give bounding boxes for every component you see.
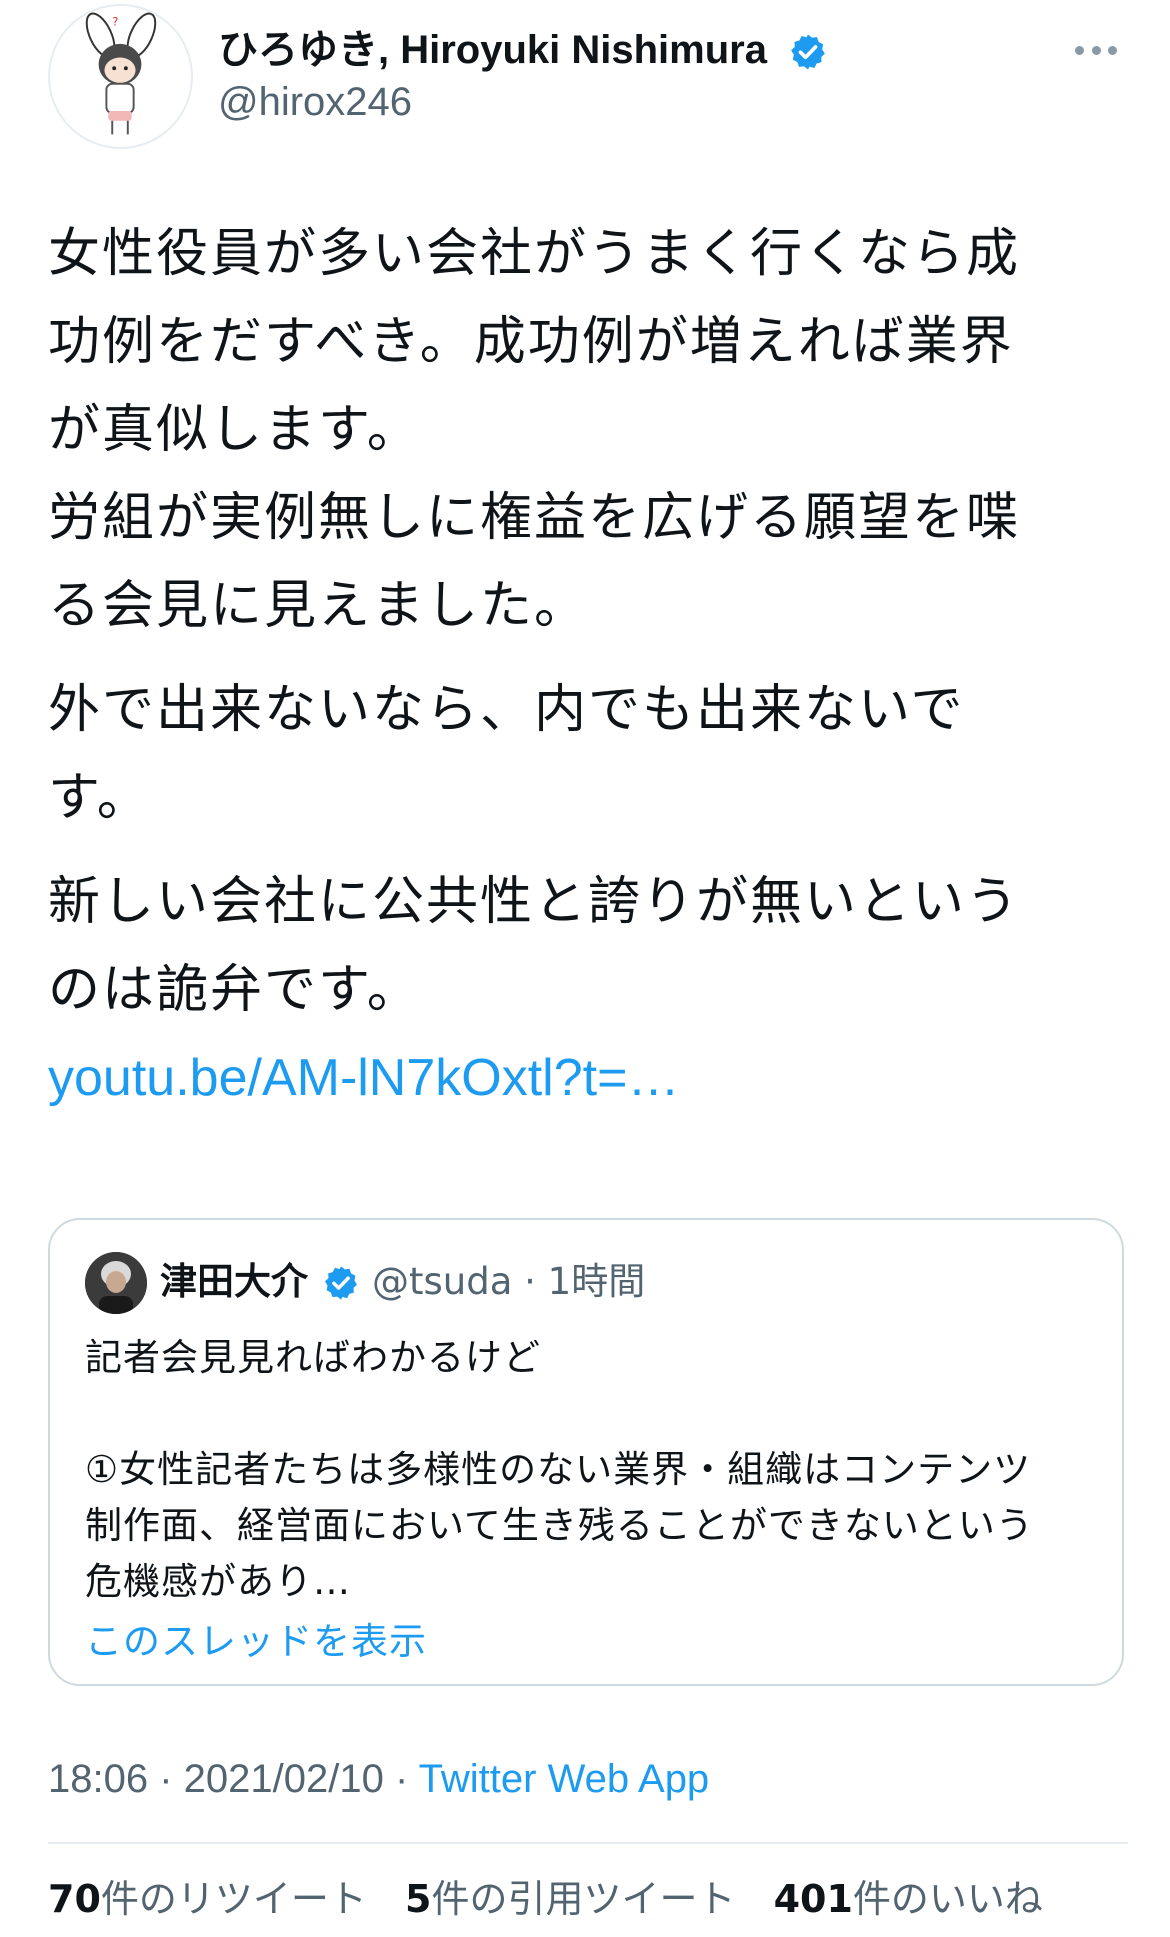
tweet-line: 功例をだすべき。成功例が増えれば業界: [48, 312, 1014, 372]
quotes-count: 5: [405, 1877, 432, 1921]
quoted-line: ①女性記者たちは多様性のない業界・組織はコンテンツ: [85, 1448, 1032, 1491]
dot: [1091, 45, 1101, 55]
tweet-detail: ? ひろゆき, Hiroyuki Nishimura @hirox246 女性役…: [0, 0, 1170, 1937]
quoted-text: 記者会見見ればわかるけど ①女性記者たちは多様性のない業界・組織はコンテンツ 制…: [85, 1330, 1095, 1610]
likes-stat[interactable]: 401件のいいね: [774, 1877, 1043, 1921]
dot: [1108, 45, 1117, 55]
timestamp[interactable]: 18:06 · 2021/02/10 ·: [48, 1757, 419, 1801]
verified-badge-icon: [791, 34, 825, 70]
tweet-meta: 18:06 · 2021/02/10 · Twitter Web App: [48, 1752, 709, 1806]
likes-count: 401: [773, 1877, 853, 1921]
quoted-line: 記者会見見ればわかるけど: [85, 1336, 541, 1379]
tweet-line: る会見に見えました。: [48, 576, 589, 636]
quoted-handle-time: @tsuda · 1時間: [372, 1260, 646, 1303]
dot: [1075, 45, 1084, 55]
retweets-count: 70: [48, 1877, 101, 1921]
quotes-stat[interactable]: 5件の引用ツイート: [405, 1877, 735, 1921]
quoted-author-name[interactable]: 津田大介: [160, 1258, 308, 1306]
quotes-label: 件の引用ツイート: [431, 1877, 736, 1921]
quoted-tweet[interactable]: 津田大介 @tsuda · 1時間 記者会見見ればわかるけど ①女性記者たちは多…: [48, 1218, 1124, 1686]
quoted-author-avatar[interactable]: [85, 1252, 147, 1314]
likes-label: 件のいいね: [852, 1877, 1043, 1921]
tweet-text: 女性役員が多い会社がうまく行くなら成 功例をだすべき。成功例が増えれば業界 が真…: [48, 210, 1128, 1138]
quoted-line: 制作面、経営面において生き残ることができないという: [85, 1504, 1034, 1547]
author-display-name[interactable]: ひろゆき, Hiroyuki Nishimura: [218, 26, 767, 74]
author-handle[interactable]: @hirox246: [218, 78, 412, 126]
tweet-paragraph: 外で出来ないなら、内でも出来ないで す。: [48, 666, 1128, 842]
tweet-line: 女性役員が多い会社がうまく行くなら成: [48, 224, 1021, 284]
author-avatar[interactable]: ?: [48, 4, 193, 149]
retweets-label: 件のリツイート: [100, 1877, 367, 1921]
source-link[interactable]: Twitter Web App: [419, 1757, 710, 1801]
avatar-photo-icon: [85, 1252, 147, 1314]
tweet-line: 労組が実例無しに権益を広げる願望を喋: [48, 488, 1021, 548]
tweet-stats: 70件のリツイート 5件の引用ツイート 401件のいいね: [48, 1872, 1069, 1926]
tweet-line: 外で出来ないなら、内でも出来ないで: [48, 680, 965, 740]
avatar-character-icon: ?: [50, 6, 191, 147]
more-options-icon[interactable]: [1074, 28, 1118, 72]
tweet-line: が真似します。: [48, 400, 421, 460]
show-thread-link[interactable]: このスレッドを表示: [85, 1618, 427, 1666]
tweet-line: 新しい会社に公共性と誇りが無いという: [48, 872, 1021, 932]
quoted-line: 危機感があり…: [85, 1560, 351, 1603]
quoted-line: [85, 1386, 1095, 1442]
svg-text:?: ?: [112, 14, 118, 28]
divider: [48, 1842, 1128, 1844]
tweet-line: す。: [48, 768, 151, 828]
tweet-paragraph: 女性役員が多い会社がうまく行くなら成 功例をだすべき。成功例が増えれば業界 が真…: [48, 210, 1128, 650]
verified-badge-icon: [325, 1266, 357, 1300]
tweet-link[interactable]: youtu.be/AM-lN7kOxtl?t=…: [48, 1034, 1128, 1122]
tweet-paragraph: 新しい会社に公共性と誇りが無いという のは詭弁です。 youtu.be/AM-l…: [48, 858, 1128, 1122]
retweets-stat[interactable]: 70件のリツイート: [48, 1877, 367, 1921]
tweet-line: のは詭弁です。: [48, 960, 421, 1020]
